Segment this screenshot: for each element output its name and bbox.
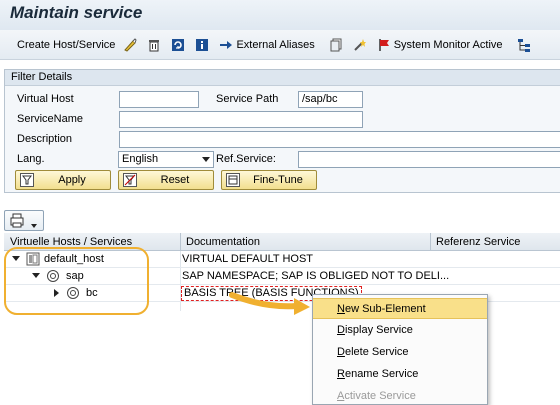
annotation-arrowhead [294, 298, 310, 315]
menu-item-new-sub-element[interactable]: New Sub-Element [313, 298, 487, 319]
menu-item-delete-service[interactable]: Delete Service [313, 342, 487, 363]
annotation-arrow [229, 292, 299, 310]
context-menu: New Sub-Element Display Service Delete S… [312, 294, 488, 405]
menu-item-display-service[interactable]: Display Service [313, 320, 487, 341]
menu-item-activate-service: Activate Service [337, 390, 416, 402]
menu-item-rename-service[interactable]: Rename Service [313, 364, 487, 385]
highlight-ellipse [4, 247, 149, 315]
